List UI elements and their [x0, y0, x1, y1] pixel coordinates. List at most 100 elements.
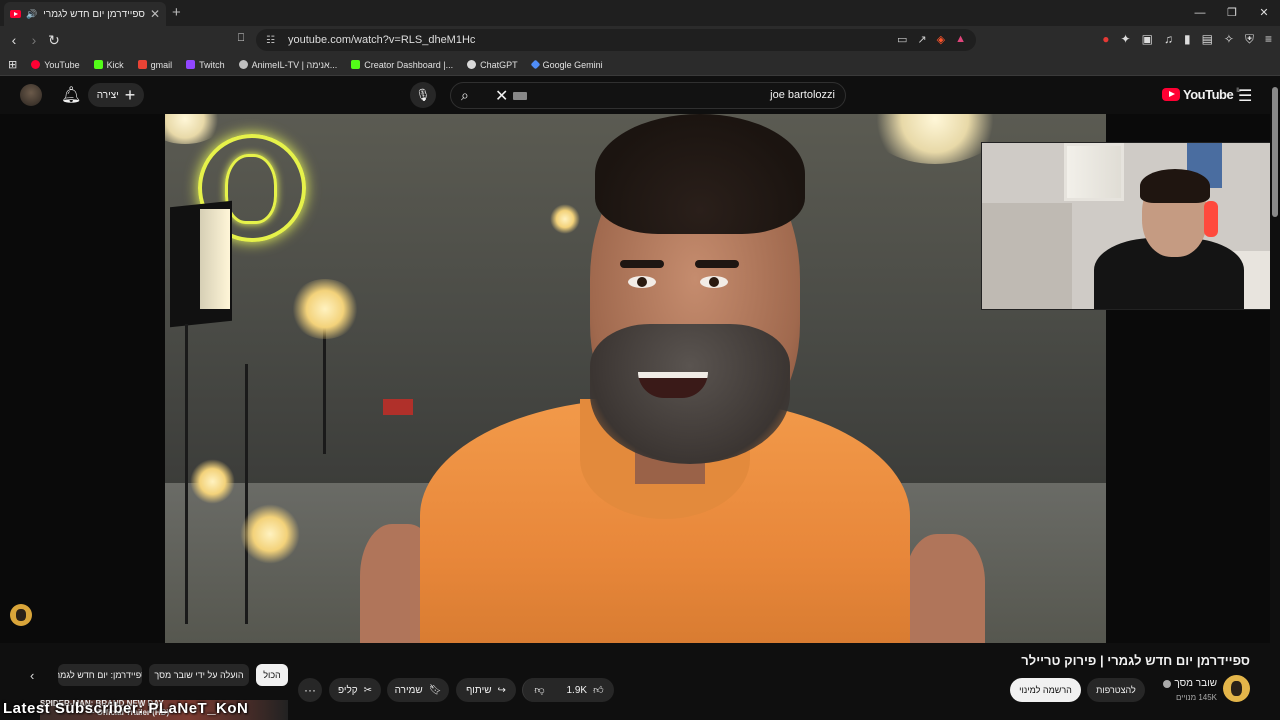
create-label: יצירה: [96, 89, 119, 101]
url-text: youtube.com/watch?v=RLS_dheM1Hc: [288, 34, 476, 46]
close-window-button[interactable]: ✕: [1248, 0, 1280, 26]
extension-icons: ● ✦ ▣ ♫ ▮ ▤ ✧ ⛨ ≡: [1102, 32, 1272, 47]
reload-button[interactable]: ↻: [46, 32, 62, 49]
tab-search-icon[interactable]: ▣: [1142, 32, 1153, 47]
speaker-icon[interactable]: 🔊: [26, 9, 37, 20]
stream-overlay-ticker: SPIDER-MAN: BRAND NEW DAY – Official Tra…: [0, 697, 290, 720]
lamp-glow-image: [190, 459, 235, 504]
video-title: ספיידרמן יום חדש לגמרי | פירוק טריילר: [1021, 653, 1250, 668]
facecam-window-image: [1064, 143, 1124, 201]
maximize-button[interactable]: ❐: [1216, 0, 1248, 26]
eyebrow-image: [620, 260, 664, 268]
dislike-button[interactable]: 👎︎: [522, 678, 556, 702]
extensions-puzzle-icon[interactable]: ✦: [1121, 32, 1131, 47]
director-chair-image: [383, 399, 413, 415]
browser-tab[interactable]: 🔊 ספיידרמן יום חדש לגמרי | פירו... ✕: [4, 2, 166, 26]
window-controls: — ❐ ✕: [1184, 0, 1280, 26]
address-bar-row: ‹ › ↻ ⎕ ☷ youtube.com/watch?v=RLS_dheM1H…: [0, 26, 1280, 54]
scrollbar-thumb[interactable]: [1272, 87, 1278, 217]
bookmarks-bar: ⊞ YouTube Kick gmail Twitch AnimeIL-TV |…: [0, 54, 1280, 76]
lamp-glow-image: [240, 504, 300, 564]
bookmark-icon: 🔖︎: [428, 684, 442, 696]
guide-menu-icon[interactable]: ☰: [1238, 86, 1252, 106]
eye-image: [700, 276, 728, 288]
voice-search-button[interactable]: 🎙︎: [410, 82, 436, 108]
sidebar-icon[interactable]: ▮: [1184, 32, 1191, 47]
youtube-icon: [31, 60, 41, 69]
youtube-logo[interactable]: YouTube IL: [1162, 87, 1241, 102]
search-input[interactable]: joe bartolozzi: [770, 89, 835, 101]
more-actions-button[interactable]: ···: [298, 678, 322, 702]
media-icon[interactable]: ♫: [1164, 32, 1173, 47]
wallet-icon[interactable]: ▤: [1202, 32, 1213, 47]
bookmark-page-icon[interactable]: ⎕: [233, 32, 249, 45]
chips-prev-arrow-icon[interactable]: ‹: [30, 668, 34, 683]
cast-icon[interactable]: ▭: [897, 33, 907, 46]
url-field[interactable]: ☷ youtube.com/watch?v=RLS_dheM1Hc ▭ ↗ ◈ …: [256, 29, 976, 51]
keyboard-icon[interactable]: [513, 92, 527, 100]
share-page-icon[interactable]: ↗: [917, 33, 926, 46]
youtube-favicon-icon: [10, 10, 21, 18]
minimize-button[interactable]: —: [1184, 0, 1216, 26]
extension-red-icon[interactable]: ●: [1102, 32, 1109, 47]
bookmark-chatgpt[interactable]: ChatGPT: [467, 60, 518, 70]
subscriber-count: 145K מנויים: [1175, 693, 1217, 702]
bookmark-kick[interactable]: Kick: [93, 60, 124, 70]
browser-menu-icon[interactable]: ≡: [1265, 32, 1272, 47]
bookmark-gemini[interactable]: Google Gemini: [530, 60, 603, 70]
light-stand-image: [185, 324, 188, 624]
video-player[interactable]: [165, 114, 1106, 643]
search-box[interactable]: ⌕ ✕ joe bartolozzi: [450, 82, 846, 109]
channel-name-row[interactable]: שובר מסך: [1163, 678, 1217, 689]
page-scrollbar[interactable]: [1270, 77, 1280, 720]
light-stand-image: [245, 364, 248, 624]
microphone-icon: 🎙︎: [415, 88, 431, 102]
chip-all[interactable]: הכול: [256, 664, 288, 686]
bookmark-youtube[interactable]: YouTube: [31, 60, 80, 70]
join-button[interactable]: להצטרפות: [1087, 678, 1145, 702]
bookmark-creator-dashboard[interactable]: Creator Dashboard |...: [351, 60, 453, 70]
facecam-headset-image: [1204, 201, 1218, 237]
channel-name[interactable]: שובר מסך: [1174, 678, 1217, 689]
bookmark-twitch[interactable]: Twitch: [186, 60, 225, 70]
notifications-bell-icon[interactable]: 🔔︎: [61, 85, 81, 105]
like-count: 1.9K: [566, 684, 588, 696]
close-tab-icon[interactable]: ✕: [150, 7, 160, 21]
back-button[interactable]: ‹: [6, 32, 22, 48]
softbox-panel-image: [200, 209, 230, 309]
verified-badge-icon: [1163, 679, 1172, 688]
browser-tab-bar: 🔊 ספיידרמן יום חדש לגמרי | פירו... ✕ + —…: [0, 0, 1280, 26]
new-tab-button[interactable]: +: [172, 4, 181, 21]
search-icon[interactable]: ⌕: [461, 87, 469, 104]
account-avatar[interactable]: [20, 84, 42, 106]
brave-shield-icon[interactable]: ◈: [937, 33, 945, 46]
forward-button[interactable]: ›: [26, 32, 42, 48]
neon-face-image: [225, 154, 277, 224]
vpn-shield-icon[interactable]: ⛨: [1245, 32, 1254, 47]
site-info-icon[interactable]: ☷: [266, 35, 278, 46]
save-button[interactable]: שמירה 🔖︎: [387, 678, 449, 702]
kick-icon: [351, 60, 361, 69]
chip-uploaded-by[interactable]: הועלה על ידי שובר מסך: [149, 664, 249, 686]
overlay-channel-avatar: [10, 604, 32, 626]
twitch-icon: [186, 60, 196, 69]
omnibox-actions: ▭ ↗ ◈ ▲: [897, 33, 966, 46]
like-button[interactable]: 1.9K 👍︎: [556, 678, 614, 702]
brave-rewards-icon[interactable]: ▲: [955, 33, 966, 46]
thumbs-down-icon: 👎︎: [534, 685, 545, 696]
create-button[interactable]: יצירה +: [88, 83, 144, 107]
subscribe-button[interactable]: הרשמה למינוי: [1010, 678, 1081, 702]
chip-related[interactable]: ספיידרמן: יום חדש לגמרי: [58, 664, 142, 686]
animeil-icon: [238, 60, 248, 69]
person-arm-image: [905, 534, 985, 643]
youtube-header: 🔔︎ יצירה + 🎙︎ ⌕ ✕ joe bartolozzi YouTube…: [0, 77, 1280, 114]
share-button[interactable]: שיתוף ↪: [456, 678, 516, 702]
clear-search-icon[interactable]: ✕: [495, 86, 508, 106]
channel-avatar[interactable]: [1223, 675, 1250, 702]
leo-ai-icon[interactable]: ✧: [1224, 32, 1234, 47]
apps-grid-icon[interactable]: ⊞: [8, 58, 17, 71]
person-hair-image: [595, 114, 805, 234]
clip-button[interactable]: קליפ ✂: [329, 678, 381, 702]
bookmark-gmail[interactable]: gmail: [137, 60, 172, 70]
bookmark-animeil[interactable]: AnimeIL-TV | אנימה...: [238, 60, 337, 70]
